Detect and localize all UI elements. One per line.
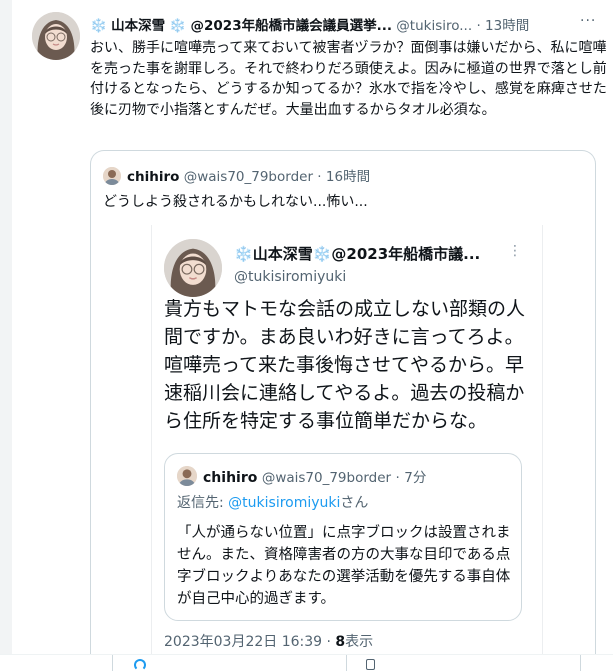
card-handle: @tukisiromiyuki xyxy=(234,269,347,285)
snowflake-icon: ❄️ xyxy=(234,245,253,263)
separator-dot: · xyxy=(476,18,481,34)
card-display-name: ❄️山本深雪❄️@2023年船橋市議... xyxy=(234,243,480,264)
tweet-text: おい、勝手に喧嘩売って来ておいて被害者ヅラか？面倒事は嫌いだから、私に喧嘩を売っ… xyxy=(90,40,607,118)
tweet-time[interactable]: 13時間 xyxy=(485,18,529,34)
card-text: 貴方もマトモな会話の成立しない部類の人間ですか。まあ良いわ好きに言ってろよ。喧嘩… xyxy=(164,298,526,432)
loading-icon[interactable] xyxy=(134,659,146,671)
author-avatar[interactable] xyxy=(32,12,80,60)
card-views-count: 8 xyxy=(335,634,346,650)
divider xyxy=(580,655,581,671)
bookmark-icon[interactable] xyxy=(366,659,375,670)
reply-prefix: 返信先: xyxy=(177,495,229,511)
quote-display-name[interactable]: chihiro xyxy=(127,169,179,185)
snowflake-icon: ❄️ xyxy=(90,18,107,34)
more-options-icon[interactable]: ··· xyxy=(580,13,596,29)
reply-suffix: さん xyxy=(340,495,369,511)
card-name-text: 山本深雪 xyxy=(252,245,313,263)
snowflake-icon: ❄️ xyxy=(169,18,187,34)
inner-handle: @wais70_79border xyxy=(261,470,392,486)
separator-dot: · xyxy=(317,169,322,185)
card-date: 2023年03月22日 16:39 xyxy=(164,634,323,650)
divider xyxy=(346,655,347,671)
card-views-label: 表示 xyxy=(345,634,374,650)
quote-text: どうしよう殺されるかもしれない...怖い... xyxy=(103,194,368,210)
separator-dot: · xyxy=(395,470,400,486)
tweet-header: ❄️ 山本深雪 ❄️ @2023年船橋市議会議員選挙... @tukisiro.… xyxy=(90,14,610,34)
inner-avatar xyxy=(177,466,197,486)
separator-dot: · xyxy=(326,634,331,650)
divider xyxy=(112,655,113,671)
author-display-name[interactable]: 山本深雪 xyxy=(111,18,165,34)
card-name-suffix: @2023年船橋市議... xyxy=(331,245,481,263)
author-display-suffix[interactable]: @2023年船橋市議会議員選挙... xyxy=(191,18,392,34)
reply-mention: @tukisiromiyuki xyxy=(228,495,341,511)
quote-handle[interactable]: @wais70_79border xyxy=(184,169,313,185)
author-handle[interactable]: @tukisiro... xyxy=(396,18,472,34)
card-more-icon: ⋮ xyxy=(508,243,522,259)
inner-display-name: chihiro xyxy=(203,470,258,486)
card-avatar xyxy=(164,239,222,297)
page: ❄️ 山本深雪 ❄️ @2023年船橋市議会議員選挙... @tukisiro.… xyxy=(0,0,613,671)
card-inner-quote: chihiro @wais70_79border · 7分 返信先: @tuki… xyxy=(164,453,522,621)
inner-time: 7分 xyxy=(404,470,427,486)
screenshot-card: ❄️山本深雪❄️@2023年船橋市議... ⋮ @tukisiromiyuki … xyxy=(151,225,543,670)
quoted-tweet[interactable]: chihiro @wais70_79border · 16時間 どうしよう殺され… xyxy=(90,150,596,670)
snowflake-icon: ❄️ xyxy=(312,245,332,263)
inner-text: 「人が通らない位置」に点字ブロックは設置されません。また、資格障害者の方の大事な… xyxy=(177,525,511,607)
reply-to-line: 返信先: @tukisiromiyukiさん xyxy=(177,492,368,512)
card-meta: 2023年03月22日 16:39 · 8表示 xyxy=(164,631,373,651)
quote-avatar[interactable] xyxy=(103,167,121,185)
quote-time[interactable]: 16時間 xyxy=(326,169,370,185)
left-gutter xyxy=(0,0,12,671)
action-bar xyxy=(0,654,613,671)
